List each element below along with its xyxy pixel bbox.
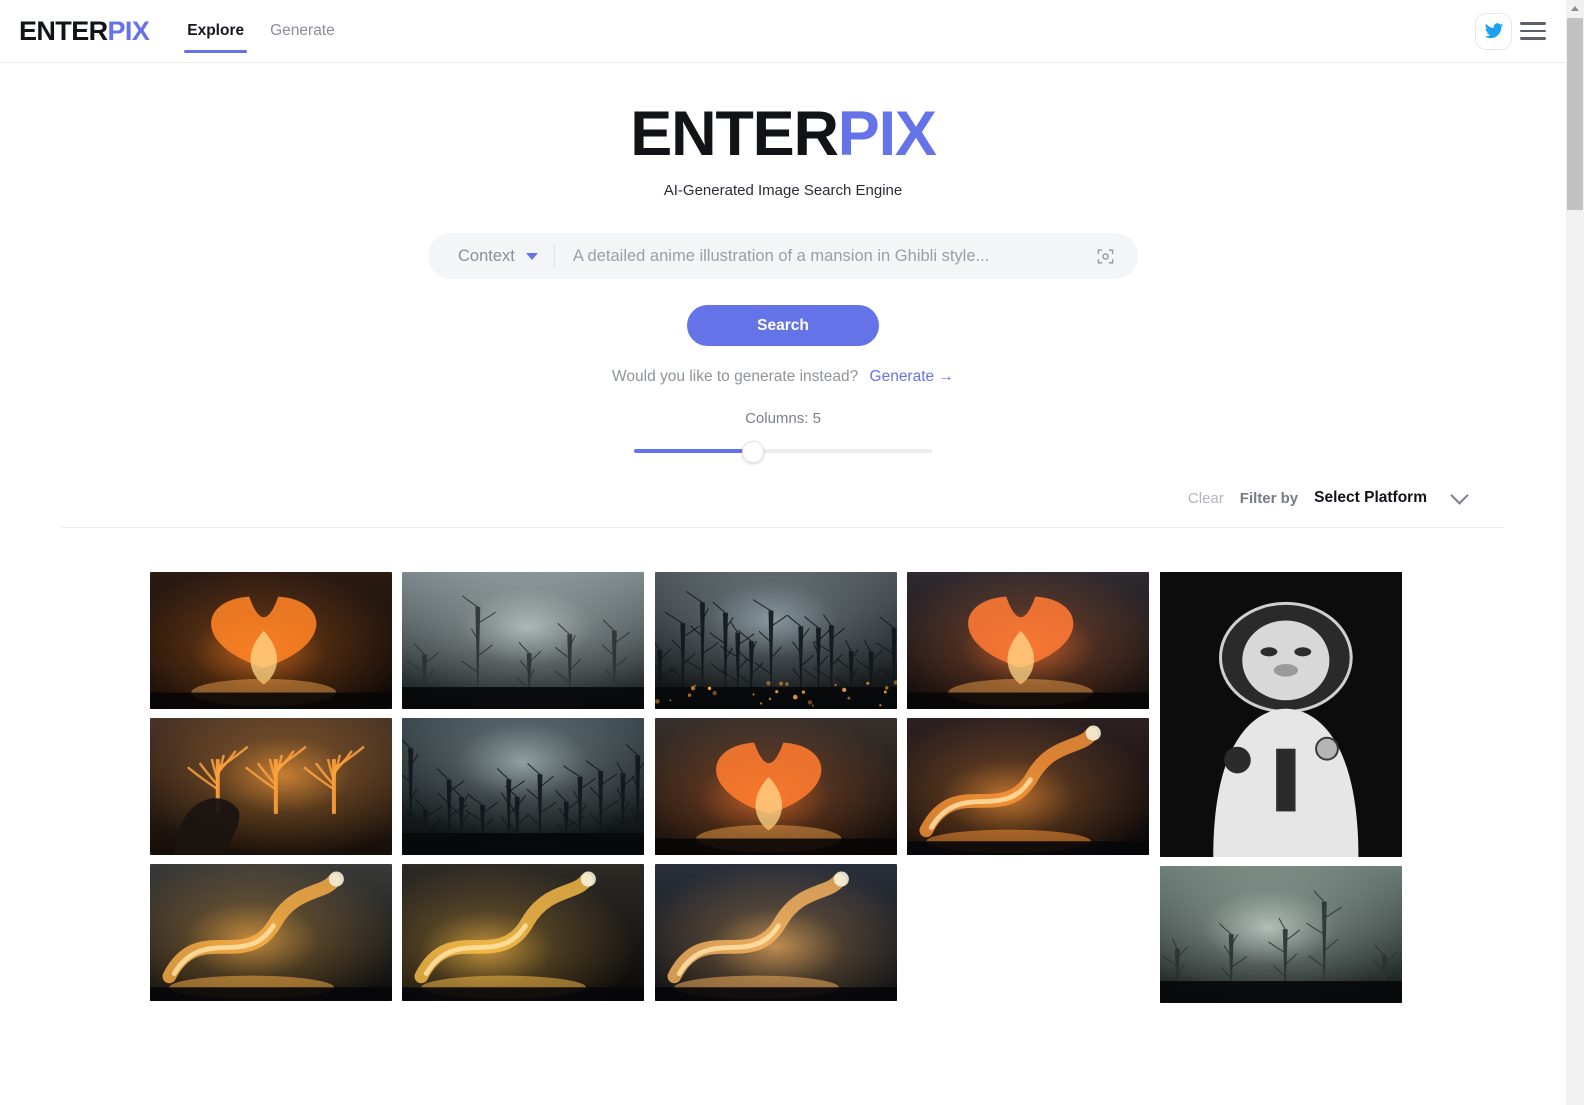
gallery-image <box>402 864 645 1001</box>
generate-prompt-question: Would you like to generate instead? <box>612 368 859 385</box>
tile-fire-beast-skeleton-blaze[interactable] <box>907 718 1150 855</box>
tile-phoenix-wings-burning-plain[interactable] <box>907 572 1150 709</box>
hamburger-bar-3 <box>1520 37 1546 40</box>
gallery-image <box>907 718 1150 855</box>
image-scan-button[interactable] <box>1088 239 1122 273</box>
hamburger-bar-1 <box>1520 22 1546 25</box>
gallery-image <box>654 572 897 709</box>
hamburger-menu-button[interactable] <box>1520 19 1546 43</box>
slider-fill <box>634 449 754 453</box>
page-tagline: AI-Generated Image Search Engine <box>663 182 903 199</box>
tile-fire-serpent-skull-smoke[interactable] <box>402 864 645 1001</box>
tile-burning-tree-eagle-clouds[interactable] <box>150 718 392 855</box>
filter-bar: Clear Filter by Select Platform <box>0 485 1566 507</box>
hamburger-bar-2 <box>1520 29 1546 33</box>
nav-link-explore[interactable]: Explore <box>174 0 257 63</box>
tile-fire-phoenix-over-forest[interactable] <box>150 572 392 709</box>
scroll-up-button[interactable] <box>1566 0 1584 17</box>
slider-thumb[interactable] <box>742 441 765 463</box>
tile-skull-tree-misty-glow[interactable] <box>1159 866 1402 1003</box>
nav-link-generate[interactable]: Generate <box>257 0 348 63</box>
page-title-part1: ENTER <box>630 99 839 169</box>
section-divider <box>62 527 1504 528</box>
gallery-image <box>150 572 392 709</box>
navbar-actions <box>1475 12 1566 50</box>
twitter-icon <box>1484 23 1503 39</box>
twitter-button[interactable] <box>1475 12 1512 50</box>
scroll-up-arrow-icon <box>1571 6 1579 11</box>
page-viewport: ENTERPIX Explore Generate ENTERPIX AI-Ge… <box>0 0 1584 1105</box>
search-divider <box>553 244 555 268</box>
brand-logo-part2: PIX <box>107 15 150 46</box>
caret-down-icon <box>525 252 538 260</box>
tile-charred-forest-embers[interactable] <box>654 572 897 709</box>
brand-logo-part1: ENTER <box>19 15 108 46</box>
page-scrollbar[interactable] <box>1566 0 1584 1105</box>
gallery-image <box>1159 572 1402 857</box>
image-scan-icon <box>1097 248 1113 264</box>
generate-prompt-row: Would you like to generate instead? Gene… <box>0 368 1566 386</box>
context-dropdown[interactable]: Context <box>458 247 538 266</box>
page-title: ENTERPIX <box>0 103 1566 166</box>
search-button[interactable]: Search <box>687 305 879 346</box>
hero-section: ENTERPIX AI-Generated Image Search Engin… <box>0 63 1566 463</box>
chevron-down-icon[interactable] <box>1450 485 1469 505</box>
gallery-image <box>402 718 645 855</box>
image-results-grid <box>150 572 1402 1105</box>
tile-burnt-forest-moonlight[interactable] <box>402 718 645 855</box>
filter-by-label: Filter by <box>1239 489 1299 507</box>
columns-slider[interactable] <box>634 441 932 463</box>
tile-astronaut-ape-monochrome[interactable] <box>1159 572 1402 857</box>
tile-gnarled-tree-fog-night[interactable] <box>402 572 645 709</box>
clear-filters-button[interactable]: Clear <box>1188 490 1224 507</box>
generate-link[interactable]: Generate → <box>870 368 954 385</box>
gallery-image <box>1159 866 1402 1003</box>
nav-links: Explore Generate <box>174 0 348 63</box>
gallery-image <box>654 718 897 855</box>
search-input[interactable] <box>572 246 1088 266</box>
nav-link-explore-label: Explore <box>187 22 245 39</box>
tile-flaming-phoenix-field[interactable] <box>654 718 897 855</box>
brand-logo[interactable]: ENTERPIX <box>19 15 150 46</box>
gallery-image <box>654 864 897 1001</box>
tile-fire-dragon-skull-clouds[interactable] <box>654 864 897 1001</box>
search-bar: Context <box>428 233 1138 279</box>
nav-link-generate-label: Generate <box>270 22 335 39</box>
tile-fire-dragon-smoke-storm[interactable] <box>150 864 392 1001</box>
scrollbar-thumb[interactable] <box>1567 18 1583 210</box>
platform-select[interactable]: Select Platform <box>1314 489 1427 507</box>
columns-slider-label: Columns: 5 <box>745 410 821 427</box>
context-dropdown-label: Context <box>458 246 515 265</box>
gallery-image <box>907 572 1150 709</box>
gallery-image <box>150 864 392 1001</box>
gallery-image <box>150 718 392 855</box>
gallery-image <box>402 572 645 709</box>
page-title-part2: PIX <box>837 99 937 169</box>
top-navbar: ENTERPIX Explore Generate <box>0 0 1566 63</box>
